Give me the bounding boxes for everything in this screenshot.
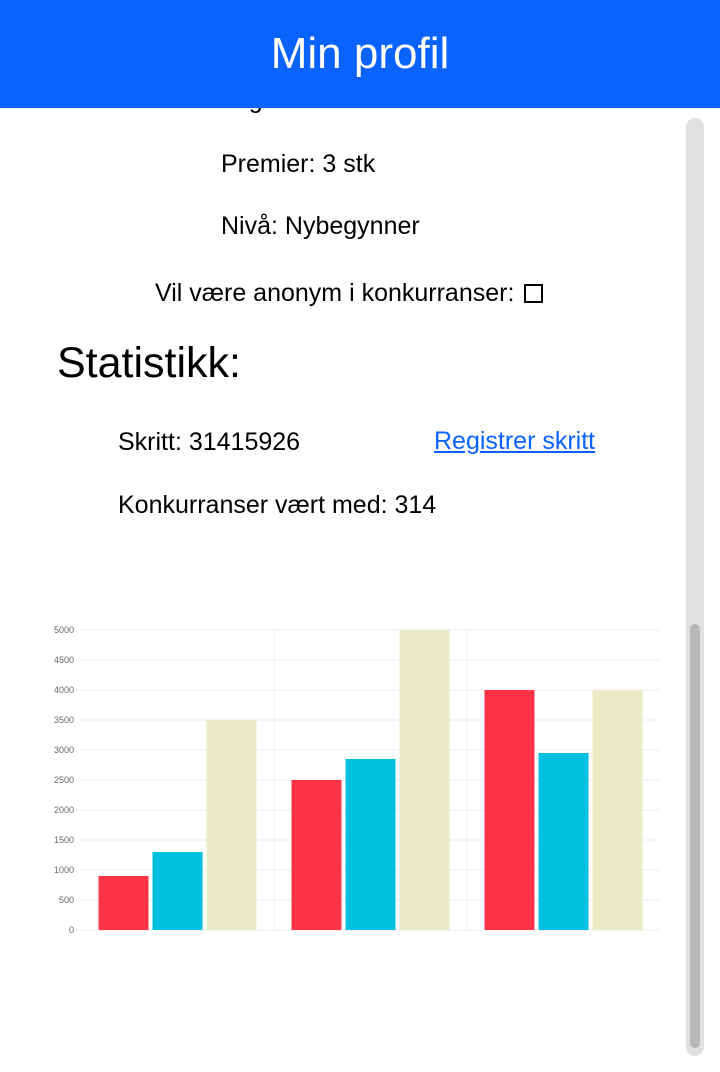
y-tick-label: 2000: [54, 805, 74, 815]
y-tick-label: 1500: [54, 835, 74, 845]
register-steps-link[interactable]: Registrer skritt: [434, 427, 595, 456]
bar: [484, 690, 535, 930]
bar: [399, 630, 450, 930]
competitions-text: Konkurranser vært med: 314: [118, 491, 437, 519]
profile-content: Lag: Sverre & venner Premier: 3 stk Nivå…: [0, 0, 720, 1072]
page-title: Min profil: [270, 29, 450, 78]
y-tick-label: 0: [69, 925, 74, 935]
level-text: Nivå: Nybegynner: [221, 212, 420, 240]
y-tick-label: 3500: [54, 715, 74, 725]
y-tick-label: 500: [59, 895, 74, 905]
app-header: Min profil: [0, 0, 720, 108]
bar: [206, 720, 257, 930]
bar: [152, 852, 203, 930]
y-tick-label: 4000: [54, 685, 74, 695]
scrollbar-thumb[interactable]: [690, 624, 700, 1048]
prizes-text: Premier: 3 stk: [221, 150, 376, 178]
bar: [538, 753, 589, 930]
steps-text: Skritt: 31415926: [118, 428, 301, 456]
anonymous-checkbox[interactable]: [524, 284, 544, 303]
anonymous-row: Vil være anonym i konkurranser:: [155, 279, 544, 308]
statistics-title: Statistikk:: [57, 339, 241, 387]
scrollbar[interactable]: [686, 118, 704, 1056]
anonymous-label: Vil være anonym i konkurranser:: [155, 279, 515, 307]
y-tick-label: 4500: [54, 655, 74, 665]
bar: [345, 759, 396, 930]
steps-bar-chart: 0 500 1000 1500 2000 2500 3000 3500 4000 4500 5000: [54, 625, 660, 935]
bar: [291, 780, 342, 930]
y-tick-label: 1000: [54, 865, 74, 875]
bar: [98, 876, 149, 930]
bar: [592, 690, 643, 930]
y-tick-label: 5000: [54, 625, 74, 635]
y-tick-label: 3000: [54, 745, 74, 755]
y-tick-label: 2500: [54, 775, 74, 785]
